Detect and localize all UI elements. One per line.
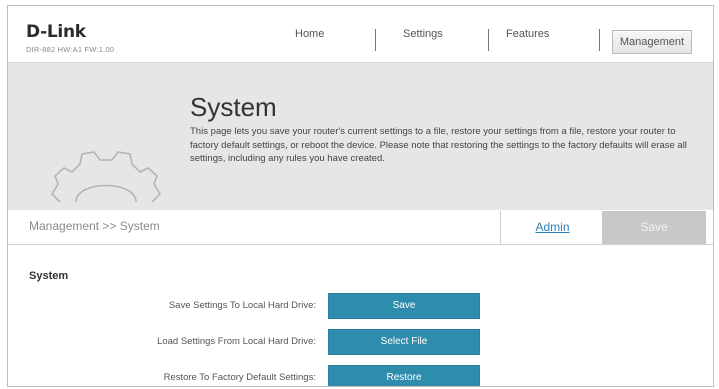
save-settings-button[interactable]: Save: [328, 293, 480, 319]
page-description: This page lets you save your router's cu…: [190, 126, 687, 164]
section-title: System: [29, 270, 69, 282]
load-settings-label: Load Settings From Local Hard Drive:: [157, 336, 316, 347]
nav-features[interactable]: Features: [506, 28, 549, 52]
router-ui-frame: D-Link DIR-882 HW:A1 FW:1.00 Home Settin…: [7, 5, 714, 387]
nav-settings-label: Settings: [403, 28, 443, 40]
model-info: DIR-882 HW:A1 FW:1.00: [26, 45, 115, 54]
nav-separator: [599, 29, 600, 51]
nav-management-label: Management: [619, 36, 685, 48]
restore-defaults-label: Restore To Factory Default Settings:: [163, 372, 316, 383]
breadcrumb: Management >> System: [29, 219, 160, 233]
nav-settings[interactable]: Settings: [403, 28, 443, 52]
dlink-logo: D-Link: [26, 22, 86, 42]
save-settings-label: Save Settings To Local Hard Drive:: [168, 300, 316, 311]
admin-link[interactable]: Admin: [500, 211, 605, 244]
nav-separator: [488, 29, 489, 51]
nav-separator: [375, 29, 376, 51]
select-file-button[interactable]: Select File: [328, 329, 480, 355]
top-header: D-Link DIR-882 HW:A1 FW:1.00 Home Settin…: [8, 6, 713, 63]
save-button-top[interactable]: Save: [602, 211, 706, 244]
restore-button[interactable]: Restore: [328, 365, 480, 386]
gear-icon: [50, 151, 162, 203]
page-banner: System This page lets you save your rout…: [8, 63, 713, 210]
page-title: System: [190, 92, 277, 122]
nav-management[interactable]: Management: [612, 30, 692, 54]
nav-features-label: Features: [506, 28, 550, 40]
nav-home-label: Home: [295, 28, 325, 40]
nav-home[interactable]: Home: [295, 28, 324, 52]
